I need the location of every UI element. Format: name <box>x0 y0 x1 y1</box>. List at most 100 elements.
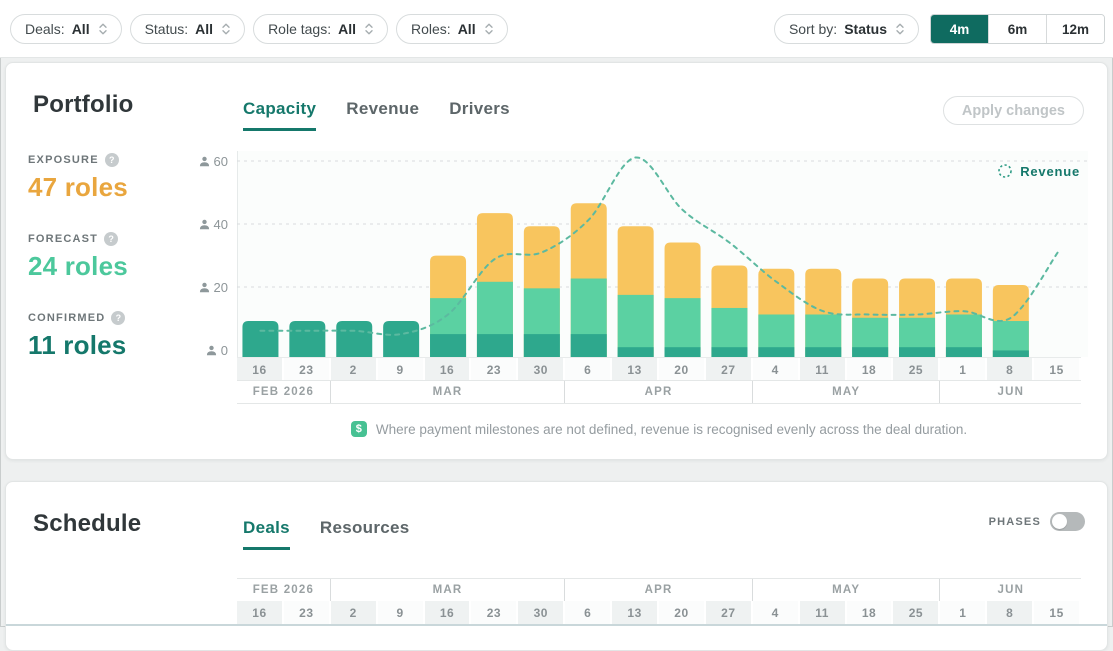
y-tick-value: 0 <box>221 343 228 358</box>
tab-resources[interactable]: Resources <box>320 518 410 550</box>
month-cell: MAY <box>753 381 941 403</box>
phases-control: PHASES <box>989 512 1085 531</box>
filter-deals[interactable]: Deals:All <box>10 14 122 44</box>
tab-deals[interactable]: Deals <box>243 518 290 550</box>
bar-16 <box>242 321 278 357</box>
capacity-chart-canvas <box>237 151 1088 357</box>
sort-by-dropdown[interactable]: Sort by:Status <box>774 14 919 44</box>
phases-label: PHASES <box>989 516 1041 528</box>
bar-13 <box>618 226 654 357</box>
bar-9 <box>383 321 419 357</box>
time-range-selector: 4m6m12m <box>930 14 1105 44</box>
date-cell: 27 <box>706 358 753 381</box>
tab-capacity[interactable]: Capacity <box>243 99 316 131</box>
month-cell: MAY <box>753 579 941 601</box>
toggle-knob <box>1052 514 1067 529</box>
stat-label: CONFIRMED <box>28 312 105 324</box>
date-cell: 6 <box>565 601 612 624</box>
month-cell: FEB 2026 <box>237 579 331 601</box>
capacity-chart: Revenue <box>237 151 1088 357</box>
date-cell: 16 <box>425 358 472 381</box>
range-button-6m[interactable]: 6m <box>988 15 1046 43</box>
date-cell: 30 <box>518 358 565 381</box>
range-button-4m[interactable]: 4m <box>931 15 988 43</box>
chart-y-axis: 60 40 20 0 <box>156 151 230 361</box>
date-cell: 1 <box>940 601 987 624</box>
portfolio-title: Portfolio <box>33 91 133 119</box>
date-cell: 9 <box>378 358 425 381</box>
filter-value: All <box>338 21 356 37</box>
toolbar-right: Sort by:Status 4m6m12m <box>774 14 1105 44</box>
portfolio-panel: Portfolio Capacity Revenue Drivers Apply c… <box>5 62 1108 460</box>
date-cell: 30 <box>518 601 565 624</box>
revenue-footnote: $ Where payment milestones are not defin… <box>237 421 1081 437</box>
month-cell: MAR <box>331 579 566 601</box>
date-cell: 20 <box>659 358 706 381</box>
date-cell: 15 <box>1034 601 1081 624</box>
filter-roles[interactable]: Roles:All <box>396 14 508 44</box>
filter-status[interactable]: Status:All <box>130 14 245 44</box>
month-cell: MAR <box>331 381 566 403</box>
filter-role-tags[interactable]: Role tags:All <box>253 14 388 44</box>
chevron-updown-icon <box>363 21 375 37</box>
dollar-icon: $ <box>351 421 367 437</box>
date-cell: 25 <box>893 601 940 624</box>
date-cell: 8 <box>987 601 1034 624</box>
date-cell: 15 <box>1034 358 1081 381</box>
person-icon <box>199 282 210 293</box>
chevron-updown-icon <box>894 21 906 37</box>
revenue-legend: Revenue <box>997 163 1080 179</box>
schedule-tabs: Deals Resources <box>243 518 410 550</box>
help-icon[interactable]: ? <box>104 232 118 246</box>
filter-bar: Deals:AllStatus:AllRole tags:AllRoles:Al… <box>10 14 508 44</box>
date-cell: 23 <box>471 358 518 381</box>
date-cell: 16 <box>237 601 284 624</box>
help-icon[interactable]: ? <box>111 311 125 325</box>
chart-month-row: FEB 2026MARAPRMAYJUN <box>237 380 1081 404</box>
sort-value: Status <box>844 21 887 37</box>
y-tick-value: 20 <box>214 280 228 295</box>
y-axis-label: 60 <box>199 153 228 169</box>
person-icon <box>199 156 210 167</box>
month-cell: FEB 2026 <box>237 381 331 403</box>
range-button-12m[interactable]: 12m <box>1046 15 1104 43</box>
date-cell: 6 <box>565 358 612 381</box>
date-cell: 16 <box>425 601 472 624</box>
schedule-panel: Schedule DealsResources PHASES FEB 2026M… <box>5 481 1108 651</box>
month-cell: APR <box>565 381 753 403</box>
month-cell: JUN <box>940 579 1081 601</box>
date-cell: 27 <box>706 601 753 624</box>
footnote-text: Where payment milestones are not defined… <box>376 422 967 437</box>
chart-date-row: 162329162330613202741118251815 <box>237 357 1081 381</box>
bar-6 <box>571 203 607 357</box>
bar-25 <box>899 279 935 357</box>
tab-revenue[interactable]: Revenue <box>346 99 419 131</box>
dotted-circle-icon <box>997 163 1013 179</box>
portfolio-tabs: Capacity Revenue Drivers <box>243 99 510 131</box>
y-axis-label: 40 <box>199 216 228 232</box>
date-cell: 4 <box>753 601 800 624</box>
revenue-legend-label: Revenue <box>1020 164 1080 179</box>
filter-value: All <box>458 21 476 37</box>
chevron-updown-icon <box>483 21 495 37</box>
schedule-date-row: 162329162330613202741118251815 <box>237 601 1081 624</box>
date-cell: 13 <box>612 358 659 381</box>
month-cell: APR <box>565 579 753 601</box>
tab-drivers[interactable]: Drivers <box>449 99 510 131</box>
y-tick-value: 40 <box>214 217 228 232</box>
filter-label: Status: <box>145 21 189 37</box>
help-icon[interactable]: ? <box>105 153 119 167</box>
bar-2 <box>336 321 372 357</box>
phases-toggle[interactable] <box>1050 512 1085 531</box>
person-icon <box>206 345 217 356</box>
bar-27 <box>711 265 747 357</box>
bar-20 <box>665 243 701 357</box>
stat-label: FORECAST <box>28 233 98 245</box>
date-cell: 16 <box>237 358 284 381</box>
top-toolbar: Deals:AllStatus:AllRole tags:AllRoles:Al… <box>0 0 1113 58</box>
chevron-updown-icon <box>97 21 109 37</box>
y-axis-label: 20 <box>199 279 228 295</box>
apply-changes-button[interactable]: Apply changes <box>943 96 1084 125</box>
date-cell: 20 <box>659 601 706 624</box>
bar-23 <box>289 321 325 357</box>
